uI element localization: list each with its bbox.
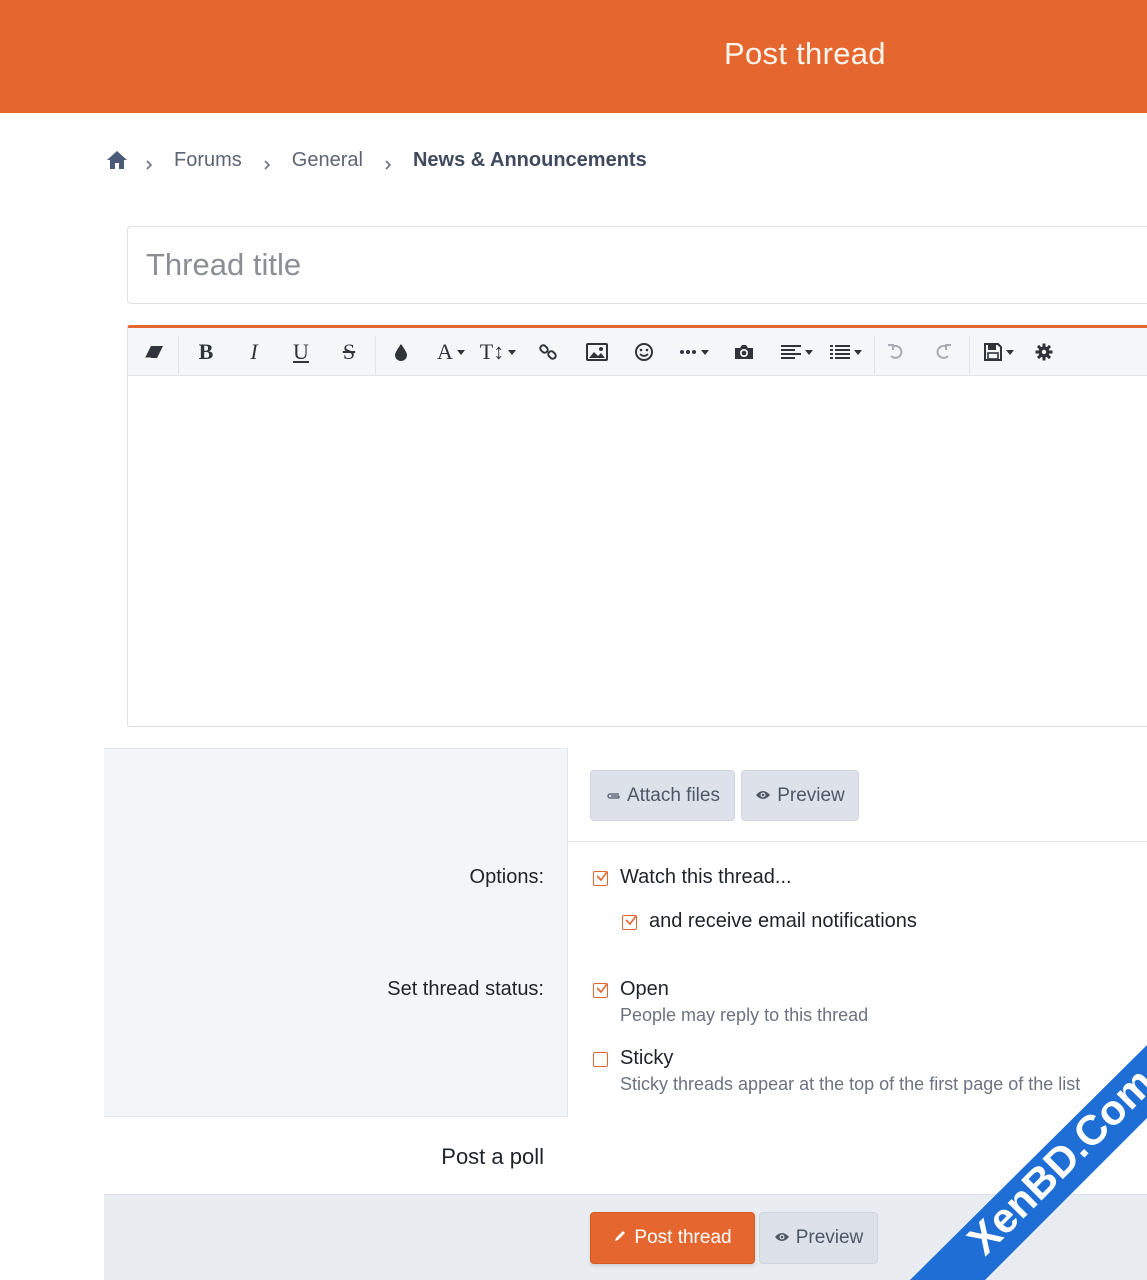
watch-thread-checkbox[interactable]: [593, 871, 608, 886]
link-icon[interactable]: [534, 338, 562, 366]
sticky-checkbox[interactable]: [593, 1052, 608, 1067]
image-icon[interactable]: [583, 338, 611, 366]
chevron-right-icon: [383, 154, 393, 170]
redo-icon[interactable]: [929, 338, 957, 366]
chevron-right-icon: [262, 154, 272, 170]
open-checkbox[interactable]: [593, 983, 608, 998]
sticky-hint: Sticky threads appear at the top of the …: [620, 1074, 1081, 1094]
editor-content-area[interactable]: [128, 376, 1147, 726]
color-drop-icon[interactable]: [387, 338, 415, 366]
preview-label: Preview: [777, 784, 845, 806]
page-title: Post thread: [724, 36, 886, 71]
email-notifications-checkbox[interactable]: [622, 915, 637, 930]
font-family-icon[interactable]: A: [431, 338, 471, 366]
settings-icon[interactable]: [1030, 338, 1058, 366]
post-poll-link[interactable]: Post a poll: [441, 1144, 544, 1170]
underline-icon[interactable]: U: [287, 338, 315, 366]
eye-icon: [774, 1227, 790, 1249]
pencil-icon: [613, 1227, 627, 1249]
page-header: Post thread: [0, 0, 1147, 113]
post-thread-button[interactable]: Post thread: [590, 1212, 755, 1264]
poll-row: [104, 1118, 1147, 1194]
open-hint: People may reply to this thread: [620, 1005, 869, 1025]
breadcrumb-forums[interactable]: Forums: [174, 149, 242, 172]
breadcrumb: Forums General News & Announcements: [106, 146, 667, 174]
align-icon[interactable]: [776, 338, 818, 366]
sticky-label[interactable]: Sticky: [620, 1047, 673, 1070]
italic-icon[interactable]: I: [240, 338, 268, 366]
submit-preview-button[interactable]: Preview: [759, 1212, 878, 1264]
toolbar-divider: [969, 336, 970, 374]
post-thread-label: Post thread: [634, 1227, 732, 1248]
toolbar-divider: [375, 336, 376, 374]
open-label[interactable]: Open: [620, 978, 669, 1001]
smiley-icon[interactable]: [630, 338, 658, 366]
preview-button[interactable]: Preview: [741, 770, 859, 821]
camera-icon[interactable]: [730, 338, 758, 366]
toolbar-divider: [874, 336, 875, 374]
form-divider: [567, 841, 1147, 842]
eye-icon: [755, 785, 771, 807]
undo-icon[interactable]: [882, 338, 910, 366]
message-editor: B I U S A T↕: [127, 325, 1147, 727]
breadcrumb-general[interactable]: General: [292, 149, 363, 172]
eraser-icon[interactable]: [140, 338, 168, 366]
watch-thread-label[interactable]: Watch this thread...: [620, 866, 792, 889]
strikethrough-icon[interactable]: S: [335, 338, 363, 366]
attach-files-label: Attach files: [627, 784, 720, 806]
chevron-right-icon: [144, 154, 154, 170]
toolbar-divider: [178, 336, 179, 374]
editor-toolbar: B I U S A T↕: [128, 328, 1147, 376]
attach-files-button[interactable]: Attach files: [590, 770, 735, 821]
more-icon[interactable]: [674, 338, 714, 366]
paperclip-icon: [605, 785, 621, 807]
thread-status-label: Set thread status:: [387, 978, 544, 1000]
bold-icon[interactable]: B: [192, 338, 220, 366]
options-label: Options:: [469, 866, 544, 888]
email-notifications-label[interactable]: and receive email notifications: [649, 910, 917, 933]
list-icon[interactable]: [825, 338, 867, 366]
font-size-icon[interactable]: T↕: [478, 338, 518, 366]
home-icon[interactable]: [106, 149, 128, 171]
thread-title-input[interactable]: [127, 226, 1147, 304]
save-draft-icon[interactable]: [978, 338, 1020, 366]
submit-preview-label: Preview: [795, 1227, 864, 1248]
breadcrumb-news-announcements[interactable]: News & Announcements: [413, 149, 647, 172]
